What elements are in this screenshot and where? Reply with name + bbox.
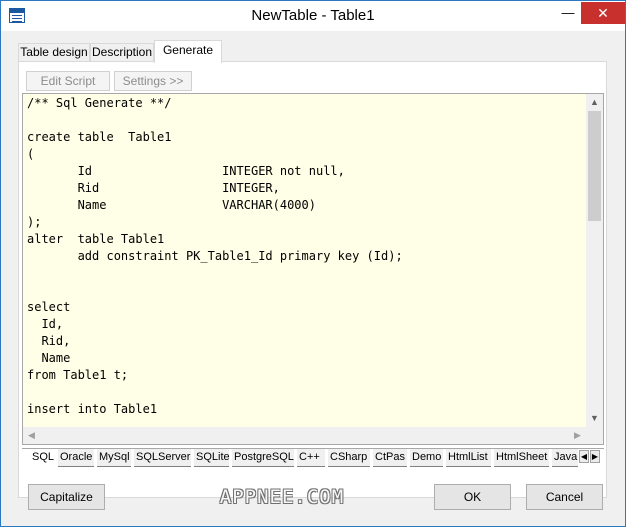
language-tab-strip: SQL Oracle MySql SQLServer SQLite Postgr…: [22, 448, 604, 468]
minimize-button[interactable]: —: [551, 2, 585, 24]
dialog-client-area: Table design Description Generate Edit S…: [9, 32, 617, 521]
lang-tab-csharp[interactable]: CSharp: [328, 449, 370, 467]
generate-tab-page: Edit Script Settings >> /** Sql Generate…: [18, 61, 607, 498]
dialog-window: NewTable - Table1 — ✕ Table design Descr…: [0, 0, 626, 527]
lang-tab-postgresql[interactable]: PostgreSQL: [232, 449, 294, 467]
horizontal-scrollbar[interactable]: ◀ ▶: [23, 427, 586, 444]
edit-script-button[interactable]: Edit Script: [26, 71, 110, 91]
ok-button[interactable]: OK: [434, 484, 511, 510]
scroll-left-icon[interactable]: ◀: [23, 427, 40, 444]
lang-tab-mysql[interactable]: MySql: [97, 449, 131, 467]
lang-tab-htmllist[interactable]: HtmlList: [446, 449, 491, 467]
lang-tab-java[interactable]: Java: [552, 449, 578, 467]
lang-tab-ctpas[interactable]: CtPas: [373, 449, 407, 467]
lang-tab-sqlserver[interactable]: SQLServer: [134, 449, 191, 467]
title-bar[interactable]: NewTable - Table1 — ✕: [1, 1, 625, 31]
appnee-watermark: APPNEE.COM: [219, 486, 345, 508]
capitalize-button[interactable]: Capitalize: [28, 484, 105, 510]
tab-description[interactable]: Description: [90, 43, 154, 62]
window-title: NewTable - Table1: [251, 7, 375, 24]
tab-scroll-left-icon[interactable]: ◀: [579, 450, 589, 463]
lang-tab-oracle[interactable]: Oracle: [58, 449, 94, 467]
lang-tab-sql[interactable]: SQL: [30, 449, 57, 467]
lang-tab-htmlsheet[interactable]: HtmlSheet: [494, 449, 549, 467]
tab-scroll-right-icon[interactable]: ▶: [590, 450, 600, 463]
vertical-scroll-thumb[interactable]: [588, 111, 601, 221]
lang-tab-sqlite[interactable]: SQLite: [194, 449, 230, 467]
lang-tab-cpp[interactable]: C++: [297, 449, 325, 467]
scroll-right-icon[interactable]: ▶: [569, 427, 586, 444]
lang-tab-demo[interactable]: Demo: [410, 449, 443, 467]
cancel-button[interactable]: Cancel: [526, 484, 603, 510]
tab-table-design[interactable]: Table design: [18, 43, 90, 62]
close-button[interactable]: ✕: [581, 2, 625, 24]
scroll-down-icon[interactable]: ▼: [586, 410, 603, 427]
sql-code-text[interactable]: /** Sql Generate **/ create table Table1…: [27, 95, 583, 427]
scroll-up-icon[interactable]: ▲: [586, 94, 603, 111]
vertical-scrollbar[interactable]: ▲ ▼: [586, 94, 603, 427]
scrollbar-corner: [586, 427, 603, 444]
settings-button[interactable]: Settings >>: [114, 71, 192, 91]
sql-editor[interactable]: /** Sql Generate **/ create table Table1…: [22, 93, 604, 445]
tab-generate[interactable]: Generate: [154, 40, 222, 63]
